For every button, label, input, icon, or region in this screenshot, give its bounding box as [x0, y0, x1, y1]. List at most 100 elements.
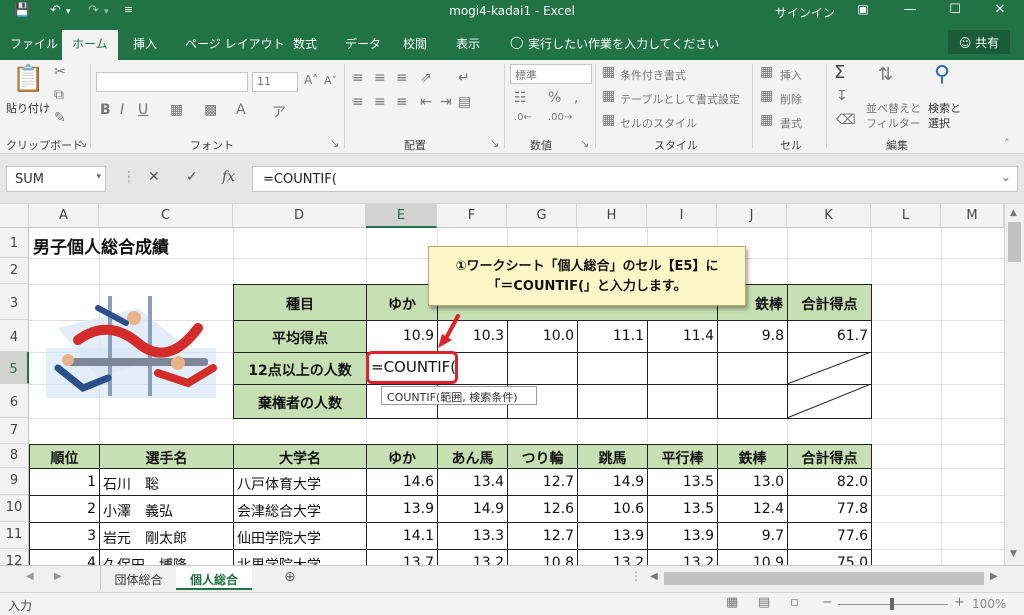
th-university[interactable]: 大学名	[233, 444, 367, 469]
table-cell-score[interactable]: 13.9	[366, 495, 438, 523]
expand-formula-icon[interactable]: ⌄	[1001, 170, 1011, 184]
fill-icon[interactable]: ↧	[836, 88, 848, 104]
table-cell-rank[interactable]: 1	[29, 468, 100, 496]
gymnast-illustration[interactable]	[38, 288, 228, 406]
page-break-view-icon[interactable]: ▫	[790, 595, 799, 610]
alignment-launcher-icon[interactable]: ↘	[490, 137, 499, 150]
table-cell-score[interactable]: 13.3	[437, 522, 508, 550]
insert-cells-icon[interactable]: ▦	[760, 64, 773, 80]
enter-icon[interactable]: ✓	[186, 169, 198, 185]
vertical-scroll-thumb[interactable]	[1008, 222, 1021, 262]
table-cell-score[interactable]: 13.0	[717, 468, 788, 496]
row-header-1[interactable]: 1	[0, 228, 29, 258]
page-layout-view-icon[interactable]: ▤	[758, 595, 770, 610]
tab-review[interactable]: 校閲	[403, 35, 427, 52]
count-12-label[interactable]: 12点以上の人数	[233, 352, 367, 385]
delete-cells-button[interactable]: 削除	[780, 91, 802, 107]
row-header-8[interactable]: 8	[0, 444, 29, 468]
wrap-text-icon[interactable]: ↵	[458, 70, 470, 86]
tab-view[interactable]: 表示	[456, 35, 480, 52]
conditional-format-button[interactable]: 条件付き書式	[620, 67, 686, 83]
sheet-tab-individual[interactable]: 個人総合	[176, 566, 252, 590]
table-cell-score[interactable]: 14.9	[437, 495, 508, 523]
row-header-12[interactable]: 12	[0, 549, 29, 565]
avg-parallel[interactable]: 11.4	[647, 320, 718, 353]
find-select-label-2[interactable]: 選択	[928, 115, 950, 131]
tab-insert[interactable]: 挿入	[133, 35, 157, 52]
avg-total[interactable]: 61.7	[787, 320, 872, 353]
col-header-i[interactable]: I	[647, 204, 717, 228]
autosum-icon[interactable]: Σ	[834, 62, 845, 83]
close-icon[interactable]: ✕	[985, 2, 1015, 17]
align-bottom-icon[interactable]: ≡	[396, 70, 408, 86]
italic-icon[interactable]: I	[120, 102, 124, 118]
th-parallel[interactable]: 平行棒	[647, 444, 718, 469]
add-sheet-icon[interactable]: ⊕	[284, 569, 296, 585]
tell-me-input[interactable]: 実行したい作業を入力してください	[528, 35, 719, 52]
align-left-icon[interactable]: ≡	[352, 94, 364, 110]
cut-icon[interactable]: ✂	[54, 64, 66, 80]
increase-indent-icon[interactable]: ⇥	[440, 94, 452, 110]
scroll-left-icon[interactable]: ◀	[650, 571, 658, 582]
avg-vault[interactable]: 11.1	[577, 320, 648, 353]
th-player[interactable]: 選手名	[99, 444, 234, 469]
minimize-icon[interactable]: —	[895, 2, 925, 17]
table-cell-score[interactable]: 13.2	[647, 549, 718, 565]
table-cell-rank[interactable]: 3	[29, 522, 100, 550]
col-header-j[interactable]: J	[717, 204, 787, 228]
tab-split-icon[interactable]: ⋮	[630, 569, 642, 583]
increase-decimal-icon[interactable]: .0←	[514, 112, 532, 123]
prev-sheet-icon[interactable]: ◀	[26, 571, 34, 582]
paste-button[interactable]: 貼り付け	[6, 100, 50, 116]
th-rings[interactable]: つり輪	[507, 444, 578, 469]
table-cell-score[interactable]: 13.5	[647, 468, 718, 496]
scroll-right-icon[interactable]: ▶	[990, 571, 998, 582]
table-cell-name[interactable]: 小澤 義弘	[99, 495, 234, 523]
normal-view-icon[interactable]: ▦	[726, 595, 738, 610]
col-header-f[interactable]: F	[437, 204, 507, 228]
copy-icon[interactable]: ⧉	[54, 87, 64, 103]
signin-link[interactable]: サインイン	[775, 4, 835, 21]
th-vault[interactable]: 跳馬	[577, 444, 648, 469]
avg-score-label[interactable]: 平均得点	[233, 320, 367, 353]
insert-cells-button[interactable]: 挿入	[780, 67, 802, 83]
scroll-up-icon[interactable]: ▲	[1010, 208, 1017, 218]
col-header-l[interactable]: L	[871, 204, 941, 228]
cell-style-icon[interactable]: ▦	[602, 112, 615, 128]
table-cell-score[interactable]: 12.7	[507, 522, 578, 550]
table-cell-univ[interactable]: 北里学院大学	[233, 549, 367, 565]
col-header-g[interactable]: G	[507, 204, 577, 228]
active-edit-cell[interactable]: =COUNTIF(	[366, 351, 458, 384]
underline-icon[interactable]: U	[138, 102, 148, 118]
grow-font-icon[interactable]: A˄	[304, 73, 318, 87]
insert-function-icon[interactable]: fx	[222, 169, 235, 185]
fill-color-icon[interactable]: ▩	[204, 102, 217, 118]
cell-style-button[interactable]: セルのスタイル	[620, 115, 697, 131]
cell-g5[interactable]	[507, 352, 578, 385]
table-cell-score[interactable]: 14.6	[366, 468, 438, 496]
table-cell-score[interactable]: 12.4	[717, 495, 788, 523]
table-format-icon[interactable]: ▦	[602, 88, 615, 104]
vertical-scrollbar[interactable]: ▲ ▼	[1004, 204, 1024, 565]
col-header-m[interactable]: M	[941, 204, 1004, 228]
clipboard-launcher-icon[interactable]: ↘	[78, 137, 87, 150]
font-color-icon[interactable]: A	[236, 102, 246, 118]
cell-j6[interactable]	[717, 384, 788, 419]
tab-data[interactable]: データ	[345, 35, 381, 52]
cancel-icon[interactable]: ✕	[148, 169, 160, 185]
sheet-title[interactable]: 男子個人総合成績	[33, 233, 169, 258]
table-format-button[interactable]: テーブルとして書式設定	[620, 91, 740, 107]
decrease-decimal-icon[interactable]: .00→	[548, 112, 572, 123]
phonetic-icon[interactable]: ア	[272, 102, 286, 122]
row-header-9[interactable]: 9	[0, 468, 29, 495]
abstain-label[interactable]: 棄権者の人数	[233, 384, 367, 419]
find-select-label-1[interactable]: 検索と	[928, 100, 961, 116]
bold-icon[interactable]: B	[100, 102, 111, 118]
avg-rings[interactable]: 10.0	[507, 320, 578, 353]
zoom-slider-thumb[interactable]	[890, 598, 894, 610]
table-cell-score[interactable]: 12.6	[507, 495, 578, 523]
zoom-in-icon[interactable]: +	[954, 595, 965, 610]
font-size-combo[interactable]: 11	[252, 72, 298, 92]
sort-filter-label-2[interactable]: フィルター	[866, 115, 921, 131]
comma-style-icon[interactable]: ,	[574, 90, 578, 106]
